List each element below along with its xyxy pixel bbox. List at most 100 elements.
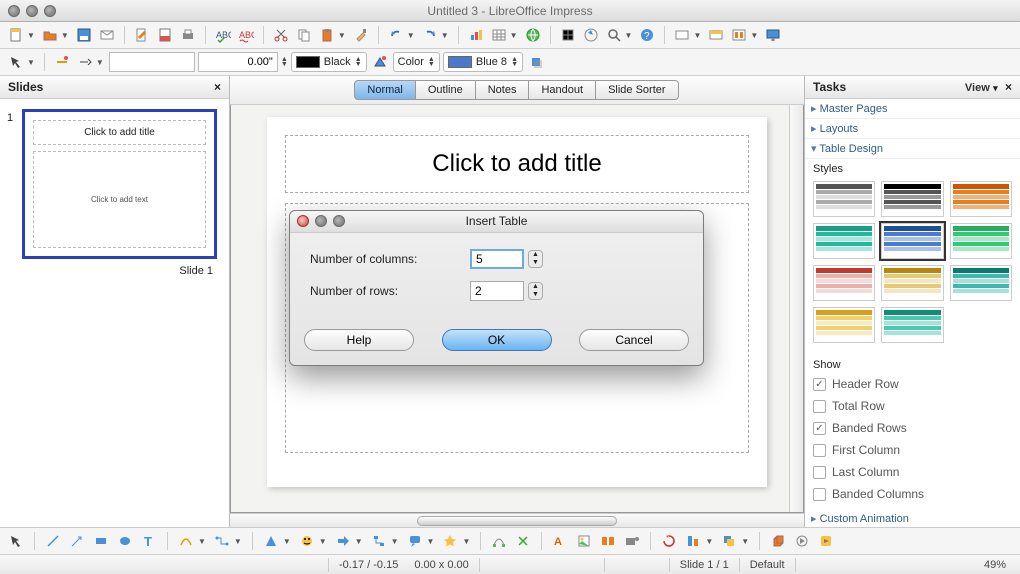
dropdown-icon[interactable]: ▼ xyxy=(510,31,520,40)
table-button[interactable] xyxy=(489,25,509,45)
cut-button[interactable] xyxy=(271,25,291,45)
connector-tool-button[interactable] xyxy=(212,531,232,551)
columns-spinner[interactable]: ▲▼ xyxy=(528,250,543,268)
dropdown-icon[interactable]: ▼ xyxy=(27,31,37,40)
table-style-4[interactable] xyxy=(813,223,875,259)
arrow-style-button[interactable] xyxy=(75,52,95,72)
dropdown-icon[interactable]: ▼ xyxy=(338,31,348,40)
spinner-icon[interactable]: ▲▼ xyxy=(281,57,288,67)
symbol-shapes-button[interactable] xyxy=(297,531,317,551)
area-style-button[interactable] xyxy=(370,52,390,72)
dropdown-icon[interactable]: ▼ xyxy=(625,31,635,40)
close-icon[interactable]: × xyxy=(1005,80,1012,94)
rows-field[interactable] xyxy=(470,281,524,301)
status-zoom[interactable]: 49% xyxy=(976,559,1014,571)
points-button[interactable] xyxy=(489,531,509,551)
checkbox-total-row[interactable] xyxy=(813,400,826,413)
checkbox-banded-columns[interactable] xyxy=(813,488,826,501)
minimize-window-icon[interactable] xyxy=(26,5,38,17)
table-style-6[interactable] xyxy=(950,223,1012,259)
gallery-button[interactable] xyxy=(598,531,618,551)
title-placeholder[interactable]: Click to add title xyxy=(285,135,749,193)
dropdown-icon[interactable]: ▼ xyxy=(319,537,329,546)
show-grid-button[interactable] xyxy=(558,25,578,45)
close-window-icon[interactable] xyxy=(8,5,20,17)
help-button[interactable]: ? xyxy=(637,25,657,45)
dropdown-icon[interactable]: ▼ xyxy=(355,537,365,546)
checkbox-banded-rows[interactable]: ✓ xyxy=(813,422,826,435)
help-button[interactable]: Help xyxy=(304,329,414,351)
tab-slide-sorter[interactable]: Slide Sorter xyxy=(595,80,678,100)
from-file-button[interactable] xyxy=(574,531,594,551)
table-style-1[interactable] xyxy=(813,181,875,217)
format-paintbrush-button[interactable] xyxy=(351,25,371,45)
arrow-line-button[interactable] xyxy=(67,531,87,551)
table-style-5[interactable] xyxy=(881,223,943,259)
shadow-button[interactable] xyxy=(526,52,546,72)
dropdown-icon[interactable]: ▼ xyxy=(234,537,244,546)
navigator-button[interactable] xyxy=(581,25,601,45)
horizontal-scrollbar[interactable] xyxy=(230,513,804,527)
paste-button[interactable] xyxy=(317,25,337,45)
save-button[interactable] xyxy=(74,25,94,45)
line-width-field[interactable] xyxy=(198,52,278,72)
table-style-3[interactable] xyxy=(950,181,1012,217)
stars-button[interactable] xyxy=(440,531,460,551)
arrange-button[interactable] xyxy=(719,531,739,551)
line-tool-button[interactable] xyxy=(43,531,63,551)
fill-color-combo[interactable]: Blue 8 ▲▼ xyxy=(443,52,523,72)
checkbox-first-column[interactable] xyxy=(813,444,826,457)
slide-layout-button[interactable] xyxy=(729,25,749,45)
dropdown-icon[interactable]: ▼ xyxy=(462,537,472,546)
new-doc-button[interactable] xyxy=(6,25,26,45)
slide-design-button[interactable] xyxy=(706,25,726,45)
interaction-button[interactable] xyxy=(792,531,812,551)
text-tool-button[interactable]: T xyxy=(139,531,159,551)
dropdown-icon[interactable]: ▼ xyxy=(198,537,208,546)
columns-field[interactable] xyxy=(470,249,524,269)
tab-notes[interactable]: Notes xyxy=(475,80,530,100)
rows-spinner[interactable]: ▲▼ xyxy=(528,282,543,300)
print-button[interactable] xyxy=(178,25,198,45)
zoom-window-icon[interactable] xyxy=(44,5,56,17)
dropdown-icon[interactable]: ▼ xyxy=(27,58,37,67)
cancel-button[interactable]: Cancel xyxy=(579,329,689,351)
task-master-pages[interactable]: Master Pages xyxy=(805,99,1020,119)
table-style-7[interactable] xyxy=(813,265,875,301)
dropdown-icon[interactable]: ▼ xyxy=(427,537,437,546)
tab-handout[interactable]: Handout xyxy=(528,80,596,100)
line-color-combo[interactable]: Black ▲▼ xyxy=(291,52,367,72)
auto-spellcheck-button[interactable]: ABC xyxy=(236,25,256,45)
dropdown-icon[interactable]: ▼ xyxy=(750,31,760,40)
zoom-button[interactable] xyxy=(604,25,624,45)
spellcheck-button[interactable]: ABC xyxy=(213,25,233,45)
chart-button[interactable] xyxy=(466,25,486,45)
checkbox-last-column[interactable] xyxy=(813,466,826,479)
email-button[interactable] xyxy=(97,25,117,45)
open-button[interactable] xyxy=(40,25,60,45)
dropdown-icon[interactable]: ▼ xyxy=(283,537,293,546)
undo-button[interactable] xyxy=(386,25,406,45)
ellipse-tool-button[interactable] xyxy=(115,531,135,551)
dropdown-icon[interactable]: ▼ xyxy=(705,537,715,546)
task-custom-animation[interactable]: Custom Animation xyxy=(805,509,1020,527)
dropdown-icon[interactable]: ▼ xyxy=(96,58,106,67)
fill-type-combo[interactable]: Color ▲▼ xyxy=(393,52,440,72)
presentation-button[interactable] xyxy=(763,25,783,45)
dropdown-icon[interactable]: ▼ xyxy=(741,537,751,546)
rectangle-tool-button[interactable] xyxy=(91,531,111,551)
rotate-button[interactable] xyxy=(659,531,679,551)
animation-button[interactable] xyxy=(816,531,836,551)
task-layouts[interactable]: Layouts xyxy=(805,119,1020,139)
extrusion-button[interactable] xyxy=(768,531,788,551)
slide-thumbnail-1[interactable]: 1 Click to add title Click to add text xyxy=(22,109,217,259)
fontwork-button[interactable]: A xyxy=(550,531,570,551)
media-button[interactable] xyxy=(622,531,642,551)
slide-button[interactable] xyxy=(672,25,692,45)
arrow-tool-button[interactable] xyxy=(6,52,26,72)
block-arrows-button[interactable] xyxy=(333,531,353,551)
align-button[interactable] xyxy=(683,531,703,551)
dialog-close-icon[interactable] xyxy=(297,215,309,227)
flowchart-button[interactable] xyxy=(369,531,389,551)
copy-button[interactable] xyxy=(294,25,314,45)
